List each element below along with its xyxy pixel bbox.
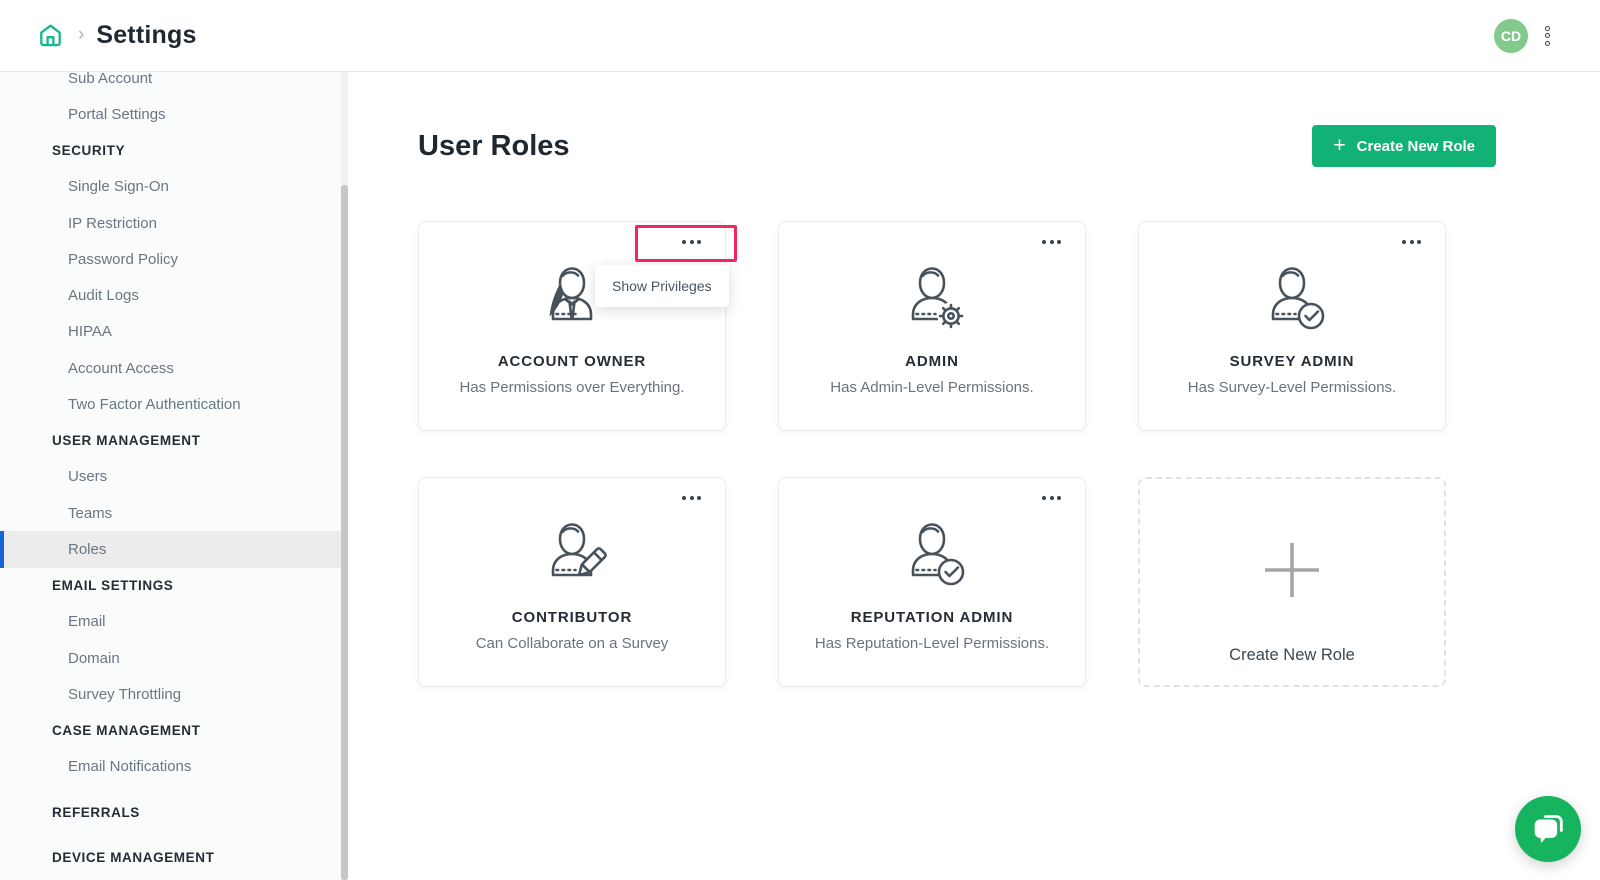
sidebar-item-two-factor-authentication[interactable]: Two Factor Authentication [0, 386, 348, 422]
role-name: SURVEY ADMIN [1229, 353, 1355, 370]
sidebar-item-single-sign-on[interactable]: Single Sign-On [0, 169, 348, 205]
sidebar-section-user-management: USER MANAGEMENT [52, 433, 201, 449]
sidebar-item-password-policy[interactable]: Password Policy [0, 241, 348, 277]
sidebar-item-audit-logs[interactable]: Audit Logs [0, 278, 348, 314]
sidebar-item-sub-account[interactable]: Sub Account [0, 72, 348, 96]
sidebar-item-ip-restriction[interactable]: IP Restriction [0, 205, 348, 241]
card-menu-ellipsis-icon[interactable] [1398, 232, 1425, 252]
breadcrumb-separator-icon: › [78, 23, 85, 45]
sidebar-section-device-management: DEVICE MANAGEMENT [52, 849, 215, 865]
sidebar-section-email-settings: EMAIL SETTINGS [52, 578, 174, 594]
role-card-survey-admin: SURVEY ADMIN Has Survey-Level Permissions… [1138, 221, 1446, 431]
sidebar-section-referrals: REFERRALS [52, 804, 140, 820]
card-menu-ellipsis-icon[interactable] [678, 488, 705, 508]
role-description: Has Admin-Level Permissions. [830, 379, 1034, 396]
main-content: User Roles + Create New Role ACCOUNT OWN… [348, 72, 1600, 880]
sidebar-section-security: SECURITY [52, 143, 126, 159]
role-description: Has Survey-Level Permissions. [1187, 379, 1397, 396]
sidebar-item-account-access[interactable]: Account Access [0, 350, 348, 386]
settings-sidebar: Sub Account Portal Settings SECURITY Single… [0, 72, 348, 880]
show-privileges-tooltip: Show Privileges [595, 265, 729, 307]
card-menu-ellipsis-icon[interactable] [1038, 488, 1065, 508]
chat-bubbles-icon [1528, 807, 1568, 852]
breadcrumb-page-title: Settings [96, 21, 197, 49]
sidebar-item-teams[interactable]: Teams [0, 495, 348, 531]
role-description: Has Permissions over Everything. [459, 379, 685, 396]
plus-icon [1263, 541, 1321, 604]
home-icon[interactable] [35, 21, 65, 51]
avatar[interactable]: CD [1494, 18, 1528, 53]
top-header: › Settings CD [0, 0, 1600, 72]
create-new-role-button[interactable]: + Create New Role [1312, 125, 1496, 167]
sidebar-scrollbar-thumb[interactable] [341, 185, 348, 880]
sidebar-item-email-notifications[interactable]: Email Notifications [0, 749, 348, 785]
sidebar-item-users[interactable]: Users [0, 459, 348, 495]
sidebar-section-case-management: CASE MANAGEMENT [52, 723, 201, 739]
role-description: Can Collaborate on a Survey [475, 635, 669, 652]
create-new-role-card-label: Create New Role [1229, 646, 1355, 664]
card-menu-ellipsis-icon[interactable] [678, 232, 705, 252]
create-new-role-card[interactable]: Create New Role [1138, 477, 1446, 687]
survey-admin-icon [1252, 258, 1332, 338]
sidebar-item-roles[interactable]: Roles [0, 531, 348, 568]
chat-launcher-button[interactable] [1515, 796, 1581, 862]
sidebar-item-domain[interactable]: Domain [0, 640, 348, 676]
role-card-reputation-admin: REPUTATION ADMIN Has Reputation-Level Per… [778, 477, 1086, 687]
contributor-icon [532, 514, 612, 594]
card-menu-ellipsis-icon[interactable] [1038, 232, 1065, 252]
kebab-menu-icon[interactable] [1541, 22, 1554, 50]
role-card-account-owner: ACCOUNT OWNER Has Permissions over Everyt… [418, 221, 737, 431]
sidebar-item-survey-throttling[interactable]: Survey Throttling [0, 676, 348, 712]
role-name: ACCOUNT OWNER [497, 353, 647, 370]
role-name: ADMIN [905, 353, 959, 370]
role-description: Has Reputation-Level Permissions. [814, 635, 1050, 652]
admin-icon [892, 258, 972, 338]
role-name: CONTRIBUTOR [511, 609, 633, 626]
reputation-admin-icon [892, 514, 972, 594]
create-new-role-button-label: Create New Role [1356, 137, 1475, 155]
role-name: REPUTATION ADMIN [850, 609, 1014, 626]
sidebar-item-portal-settings[interactable]: Portal Settings [0, 96, 348, 132]
sidebar-item-email[interactable]: Email [0, 604, 348, 640]
plus-icon: + [1333, 133, 1346, 157]
page-title: User Roles [418, 130, 570, 162]
role-card-contributor: CONTRIBUTOR Can Collaborate on a Survey [418, 477, 726, 687]
sidebar-item-hipaa[interactable]: HIPAA [0, 314, 348, 350]
role-card-admin: ADMIN Has Admin-Level Permissions. [778, 221, 1086, 431]
